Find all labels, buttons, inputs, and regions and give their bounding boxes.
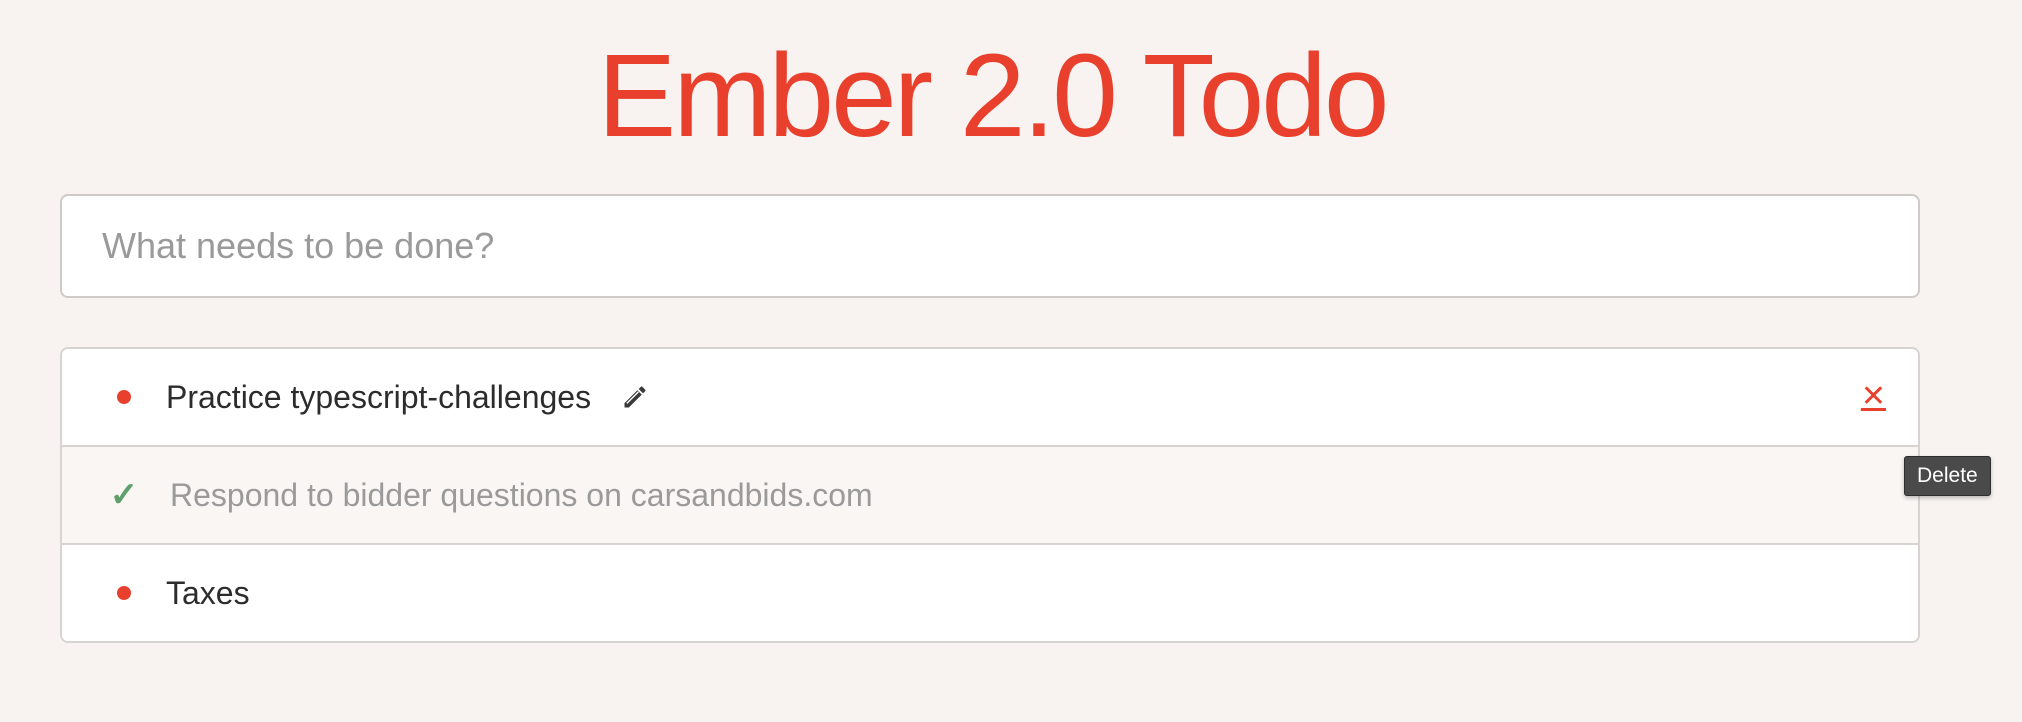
page-title: Ember 2.0 Todo bbox=[597, 30, 1390, 162]
todo-status-toggle[interactable]: ✓ bbox=[102, 478, 146, 512]
pencil-icon[interactable] bbox=[619, 381, 651, 413]
delete-button[interactable]: ✕ bbox=[1861, 382, 1886, 412]
todo-item: Taxes bbox=[62, 545, 1918, 641]
todo-label[interactable]: Practice typescript-challenges bbox=[166, 379, 591, 416]
todo-status-toggle[interactable] bbox=[102, 390, 146, 404]
checkmark-icon: ✓ bbox=[109, 476, 139, 514]
todo-status-toggle[interactable] bbox=[102, 586, 146, 600]
todo-label[interactable]: Taxes bbox=[166, 575, 250, 612]
todo-list: Practice typescript-challenges ✕ ✓ Respo… bbox=[60, 347, 1920, 643]
new-todo-input[interactable] bbox=[60, 194, 1920, 298]
todo-item: ✓ Respond to bidder questions on carsand… bbox=[62, 447, 1918, 545]
todo-item: Practice typescript-challenges ✕ bbox=[62, 349, 1918, 447]
red-dot-icon bbox=[117, 390, 131, 404]
delete-tooltip: Delete bbox=[1904, 456, 1991, 496]
red-dot-icon bbox=[117, 586, 131, 600]
todo-label[interactable]: Respond to bidder questions on carsandbi… bbox=[170, 477, 873, 514]
